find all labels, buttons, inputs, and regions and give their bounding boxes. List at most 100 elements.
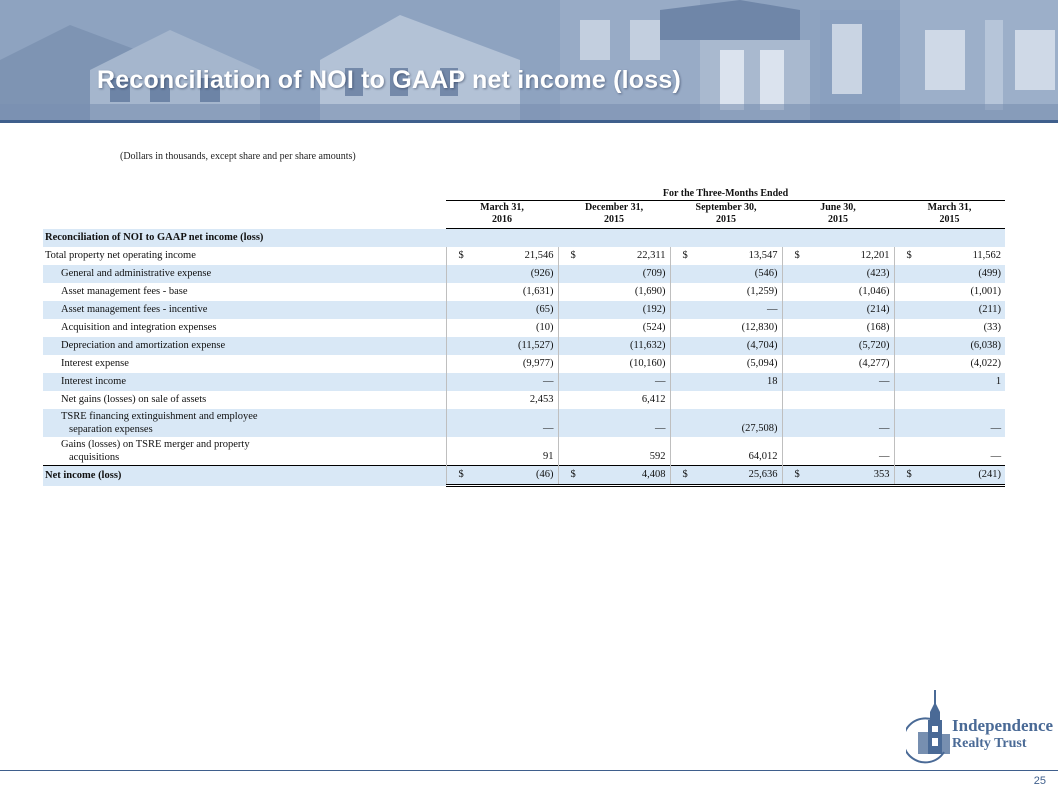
column-header-line1: September 30,	[695, 202, 757, 213]
value-cell: (12,830)	[669, 319, 782, 337]
value-cell: 592	[557, 437, 670, 466]
logo-text-line2: Realty Trust	[952, 736, 1027, 751]
value-cell: (9,977)	[445, 355, 558, 373]
bell-tower-icon	[906, 690, 950, 764]
total-row: Net income (loss) $ (46) $4,408 $25,636 $…	[43, 465, 1006, 487]
value-cell: —	[669, 301, 782, 319]
currency-symbol: $	[682, 250, 688, 261]
table-row: Interest expense (9,977) (10,160) (5,094…	[43, 355, 1006, 373]
value-cell: —	[781, 373, 894, 391]
noi-reconciliation-table: For the Three-Months Ended March 31, 2016…	[43, 187, 1006, 487]
row-label: Interest expense	[61, 358, 129, 369]
total-value: 25,636	[748, 469, 778, 480]
currency-symbol: $	[794, 469, 800, 480]
currency-symbol: $	[570, 469, 576, 480]
value-cell: 6,412	[557, 391, 670, 409]
cell-value: 11,562	[972, 250, 1002, 261]
value-cell	[893, 391, 1006, 409]
value-cell: —	[557, 373, 670, 391]
row-label: Acquisition and integration expenses	[61, 322, 217, 333]
row-label: TSRE financing extinguishment and employ…	[43, 409, 446, 437]
period-header-row: For the Three-Months Ended	[43, 187, 1006, 201]
cell-value: 21,546	[524, 250, 554, 261]
table-row: General and administrative expense (926)…	[43, 265, 1006, 283]
value-cell: (1,046)	[781, 283, 894, 301]
value-cell: —	[557, 409, 670, 437]
value-cell: (27,508)	[669, 409, 782, 437]
section-label: Reconciliation of NOI to GAAP net income…	[45, 232, 264, 243]
total-value-cell: $4,408	[557, 465, 670, 487]
total-value: (241)	[978, 469, 1002, 480]
cell-value: 22,311	[637, 250, 666, 261]
column-header: December 31, 2015	[558, 200, 670, 229]
value-cell: (1,259)	[669, 283, 782, 301]
row-label: Net gains (losses) on sale of assets	[61, 394, 207, 405]
currency-symbol: $	[570, 250, 576, 261]
total-value-cell: $ (46)	[445, 465, 558, 487]
value-cell: 1	[893, 373, 1006, 391]
column-header: June 30, 2015	[782, 200, 894, 229]
value-cell: (4,277)	[781, 355, 894, 373]
cell-value: 12,201	[860, 250, 890, 261]
cell-value: 13,547	[748, 250, 778, 261]
table-row: Asset management fees - base (1,631) (1,…	[43, 283, 1006, 301]
value-cell: (1,690)	[557, 283, 670, 301]
table-row: Gains (losses) on TSRE merger and proper…	[43, 437, 1006, 466]
value-cell: (546)	[669, 265, 782, 283]
value-cell: 2,453	[445, 391, 558, 409]
value-cell: (524)	[557, 319, 670, 337]
total-value: 4,408	[641, 469, 666, 480]
value-cell: (11,632)	[557, 337, 670, 355]
currency-symbol: $	[906, 250, 912, 261]
table-row: Interest income — — 18 — 1	[43, 373, 1006, 391]
value-cell: (6,038)	[893, 337, 1006, 355]
column-header-line1: March 31,	[927, 202, 972, 213]
table-row: Asset management fees - incentive (65) (…	[43, 301, 1006, 319]
row-label: Interest income	[61, 376, 127, 387]
value-cell: (423)	[781, 265, 894, 283]
column-header-line2: 2015	[828, 214, 848, 225]
row-label: Total property net operating income	[45, 250, 196, 261]
table-row: Total property net operating income $21,…	[43, 247, 1006, 265]
value-cell: —	[781, 437, 894, 466]
row-label: Asset management fees - base	[61, 286, 188, 297]
value-cell: (211)	[893, 301, 1006, 319]
column-header-line2: 2015	[939, 214, 960, 225]
value-cell: —	[781, 409, 894, 437]
row-label-line1: TSRE financing extinguishment and employ…	[61, 411, 258, 422]
page-number: 25	[1033, 775, 1046, 787]
period-title: For the Three-Months Ended	[446, 187, 1006, 201]
table-row: Net gains (losses) on sale of assets 2,4…	[43, 391, 1006, 409]
value-cell: (168)	[781, 319, 894, 337]
page-title: Reconciliation of NOI to GAAP net income…	[97, 66, 681, 94]
value-cell: —	[893, 409, 1006, 437]
value-cell: 91	[445, 437, 558, 466]
column-header: September 30, 2015	[670, 200, 782, 229]
column-header-line2: 2015	[716, 214, 736, 225]
table-row: Acquisition and integration expenses (10…	[43, 319, 1006, 337]
column-header: March 31, 2015	[894, 200, 1006, 229]
value-cell	[669, 391, 782, 409]
header-banner: Reconciliation of NOI to GAAP net income…	[0, 0, 1058, 120]
row-label-line2: separation expenses	[69, 424, 153, 435]
column-header-row: March 31, 2016 December 31, 2015 September…	[43, 200, 1006, 229]
value-cell: —	[445, 373, 558, 391]
column-header-line1: December 31,	[584, 202, 644, 213]
column-header: March 31, 2016	[446, 200, 558, 229]
company-logo: Independence Realty Trust	[906, 688, 1054, 768]
column-header-line2: 2016	[492, 214, 512, 225]
value-cell: (4,022)	[893, 355, 1006, 373]
currency-symbol: $	[906, 469, 912, 480]
value-cell: (11,527)	[445, 337, 558, 355]
logo-text-line1: Independence	[952, 716, 1054, 735]
row-label: Asset management fees - incentive	[61, 304, 208, 315]
units-note: (Dollars in thousands, except share and …	[120, 151, 356, 162]
value-cell: (499)	[893, 265, 1006, 283]
value-cell: (10,160)	[557, 355, 670, 373]
total-value-cell: $ (241)	[893, 465, 1006, 487]
value-cell: (1,001)	[893, 283, 1006, 301]
value-cell: (33)	[893, 319, 1006, 337]
column-header-line1: March 31,	[480, 202, 524, 213]
currency-symbol: $	[458, 469, 464, 480]
currency-symbol: $	[682, 469, 688, 480]
